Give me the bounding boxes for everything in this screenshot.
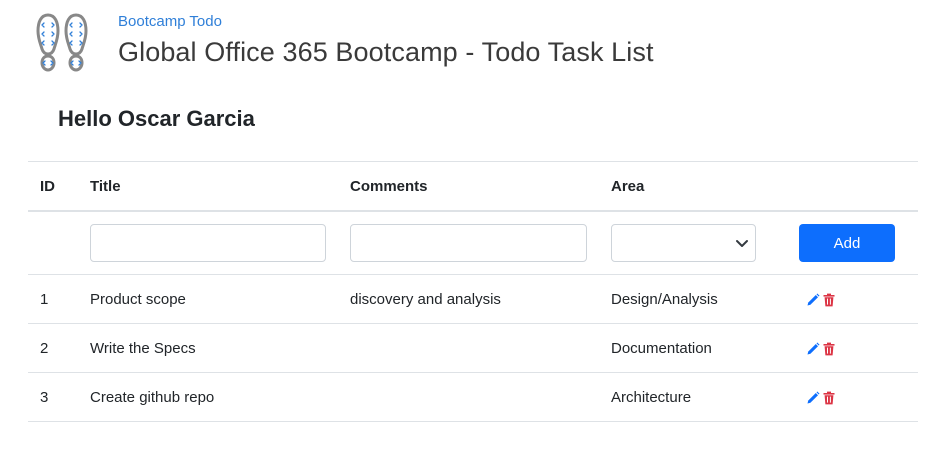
new-task-action-cell: Add [768, 211, 918, 275]
task-id: 2 [28, 323, 78, 373]
new-task-row: Add [28, 211, 918, 275]
new-task-id-cell [28, 211, 78, 275]
new-task-comments-input[interactable] [350, 224, 587, 262]
column-header-area: Area [599, 161, 768, 212]
task-area: Architecture [599, 372, 768, 422]
trash-icon[interactable] [822, 342, 836, 356]
pencil-icon[interactable] [806, 342, 820, 356]
task-comments [338, 323, 599, 373]
new-task-comments-cell [338, 211, 599, 275]
column-header-comments: Comments [338, 161, 599, 212]
page-title: Global Office 365 Bootcamp - Todo Task L… [118, 37, 654, 67]
task-id: 3 [28, 372, 78, 422]
column-header-id: ID [28, 161, 78, 212]
add-task-button[interactable]: Add [799, 224, 895, 262]
pencil-icon[interactable] [806, 293, 820, 307]
new-task-title-input[interactable] [90, 224, 326, 262]
chevron-down-icon [736, 240, 748, 247]
column-header-title: Title [78, 161, 338, 212]
table-row: 1 Product scope discovery and analysis D… [28, 274, 918, 324]
task-id: 1 [28, 274, 78, 324]
table-header-row: ID Title Comments Area [28, 161, 918, 212]
user-greeting: Hello Oscar Garcia [58, 106, 255, 131]
table-row: 2 Write the Specs Documentation [28, 323, 918, 373]
task-actions [768, 274, 918, 324]
task-title: Write the Specs [78, 323, 338, 373]
new-task-area-cell [599, 211, 768, 275]
task-table: ID Title Comments Area Add 1 Product sco… [28, 161, 918, 422]
column-header-actions [768, 161, 918, 212]
trash-icon[interactable] [822, 391, 836, 405]
new-task-area-select[interactable] [611, 224, 756, 262]
pencil-icon[interactable] [806, 391, 820, 405]
task-area: Documentation [599, 323, 768, 373]
task-comments [338, 372, 599, 422]
footprints-logo-icon [36, 12, 88, 72]
new-task-title-cell [78, 211, 338, 275]
task-title: Product scope [78, 274, 338, 324]
task-comments: discovery and analysis [338, 274, 599, 324]
task-actions [768, 323, 918, 373]
trash-icon[interactable] [822, 293, 836, 307]
brand-link[interactable]: Bootcamp Todo [118, 12, 222, 32]
task-actions [768, 372, 918, 422]
task-title: Create github repo [78, 372, 338, 422]
table-row: 3 Create github repo Architecture [28, 372, 918, 422]
task-area: Design/Analysis [599, 274, 768, 324]
